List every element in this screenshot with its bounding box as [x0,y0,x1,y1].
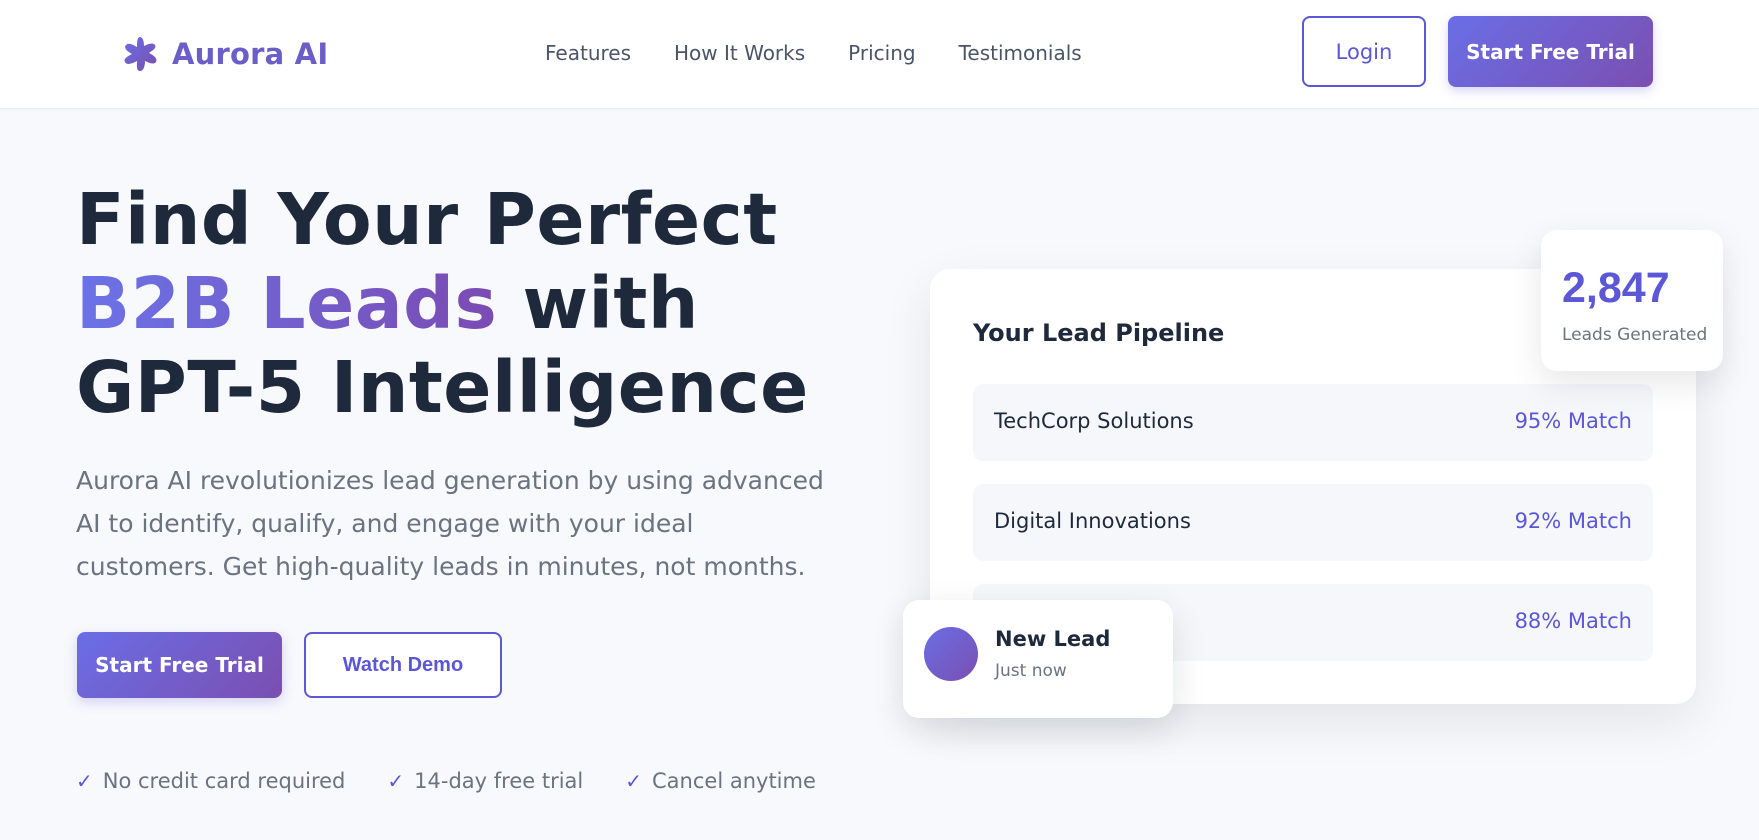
leads-generated-stat: 2,847 Leads Generated [1541,230,1723,371]
header-start-trial-button[interactable]: Start Free Trial [1448,16,1653,87]
perk-item: ✓ Cancel anytime [625,769,816,793]
hero-title: Find Your Perfect B2B Leads with GPT-5 I… [76,178,876,430]
nav-link-how-it-works[interactable]: How It Works [674,41,805,65]
brand-name: Aurora AI [172,37,329,71]
new-lead-notification[interactable]: New Lead Just now [903,600,1173,718]
nav-link-features[interactable]: Features [545,41,631,65]
lead-name: Digital Innovations [994,509,1191,533]
perk-list: ✓ No credit card required ✓ 14-day free … [76,766,816,796]
pipeline-title: Your Lead Pipeline [973,319,1225,347]
watch-demo-button[interactable]: Watch Demo [304,632,502,698]
check-icon: ✓ [387,769,405,793]
hero-title-line-2-rest: with [497,262,699,345]
lead-row[interactable]: TechCorp Solutions 95% Match [973,384,1653,461]
stat-label: Leads Generated [1562,325,1708,345]
hero-title-line-1: Find Your Perfect [76,178,778,261]
perk-text: No credit card required [102,769,346,793]
hero-subtitle: Aurora AI revolutionizes lead generation… [76,466,824,581]
stat-value: 2,847 [1562,264,1670,312]
perk-item: ✓ 14-day free trial [387,769,583,793]
login-button[interactable]: Login [1302,16,1426,87]
check-icon: ✓ [76,769,93,793]
brand-logo[interactable]: Aurora AI [122,34,328,74]
hero-title-highlight: B2B Leads [76,262,498,345]
notification-time: Just now [995,661,1067,681]
nav-link-testimonials[interactable]: Testimonials [959,41,1082,65]
perk-text: 14-day free trial [414,769,584,793]
hero-title-line-2: B2B Leads with [76,262,876,346]
perk-text: Cancel anytime [652,769,816,793]
lead-name: TechCorp Solutions [994,409,1194,433]
lead-match-score: 95% Match [1514,409,1632,433]
notification-title: New Lead [995,627,1111,651]
nav-link-pricing[interactable]: Pricing [848,41,915,65]
hero-title-line-3: GPT-5 Intelligence [76,346,809,429]
sparkle-icon [124,37,157,71]
avatar [924,627,978,681]
lead-match-score: 92% Match [1514,509,1632,533]
site-header: Aurora AI Features How It Works Pricing … [0,0,1759,109]
check-icon: ✓ [625,769,643,793]
lead-row[interactable]: Digital Innovations 92% Match [973,484,1653,561]
perk-item: ✓ No credit card required [76,769,345,793]
hero-start-trial-button[interactable]: Start Free Trial [77,632,282,698]
lead-match-score: 88% Match [1514,609,1632,633]
main-nav: Features How It Works Pricing Testimonia… [545,38,1082,68]
